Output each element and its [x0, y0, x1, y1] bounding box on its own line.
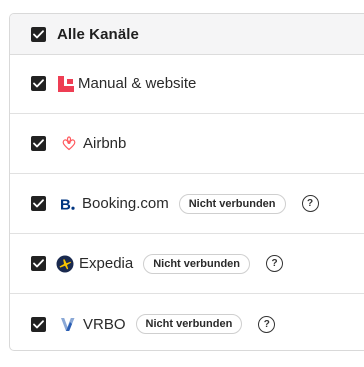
status-badge-expedia: Nicht verbunden: [143, 253, 251, 274]
svg-text:B: B: [60, 196, 71, 212]
all-channels-checkbox[interactable]: [31, 26, 46, 42]
channel-row-manual-website: Manual & website: [10, 54, 364, 114]
help-icon-booking[interactable]: ?: [301, 195, 319, 212]
channel-checkbox-airbnb[interactable]: [31, 136, 46, 151]
channel-name-manual-website: Manual & website: [78, 75, 197, 92]
channel-name-booking: Booking.com: [82, 195, 169, 212]
channel-checkbox-vrbo[interactable]: [31, 316, 46, 332]
channel-row-expedia: Expedia Nicht verbunden ?: [10, 234, 364, 294]
checkmark-icon: [33, 319, 44, 328]
channel-name-vrbo: VRBO: [83, 315, 126, 333]
help-icon-vrbo[interactable]: ?: [258, 315, 276, 333]
manual-website-logo: [58, 75, 74, 93]
channel-filter-panel: Alle Kanäle Manual & website Airbnb B Bo…: [9, 13, 364, 351]
checkmark-icon: [33, 139, 44, 148]
checkmark-icon: [33, 29, 44, 38]
channel-name-expedia: Expedia: [79, 255, 134, 272]
status-badge-booking: Nicht verbunden: [178, 193, 286, 214]
status-badge-vrbo: Nicht verbunden: [135, 314, 243, 334]
booking-logo: B: [60, 195, 76, 213]
channel-checkbox-expedia[interactable]: [31, 256, 46, 271]
all-channels-label: Alle Kanäle: [57, 25, 139, 43]
checkmark-icon: [33, 79, 44, 88]
checkmark-icon: [33, 199, 44, 208]
checkmark-icon: [33, 259, 44, 268]
channel-row-vrbo: VRBO Nicht verbunden ?: [10, 294, 364, 350]
channel-checkbox-manual-website[interactable]: [31, 76, 46, 91]
channel-name-airbnb: Airbnb: [83, 135, 127, 152]
channel-row-booking: B Booking.com Nicht verbunden ?: [10, 174, 364, 234]
help-icon-expedia[interactable]: ?: [266, 255, 284, 272]
vrbo-logo: [60, 315, 76, 333]
expedia-logo: [56, 255, 74, 273]
channel-row-airbnb: Airbnb: [10, 114, 364, 174]
all-channels-header: Alle Kanäle: [10, 14, 364, 55]
channel-checkbox-booking[interactable]: [31, 196, 46, 211]
airbnb-logo: [61, 135, 77, 153]
